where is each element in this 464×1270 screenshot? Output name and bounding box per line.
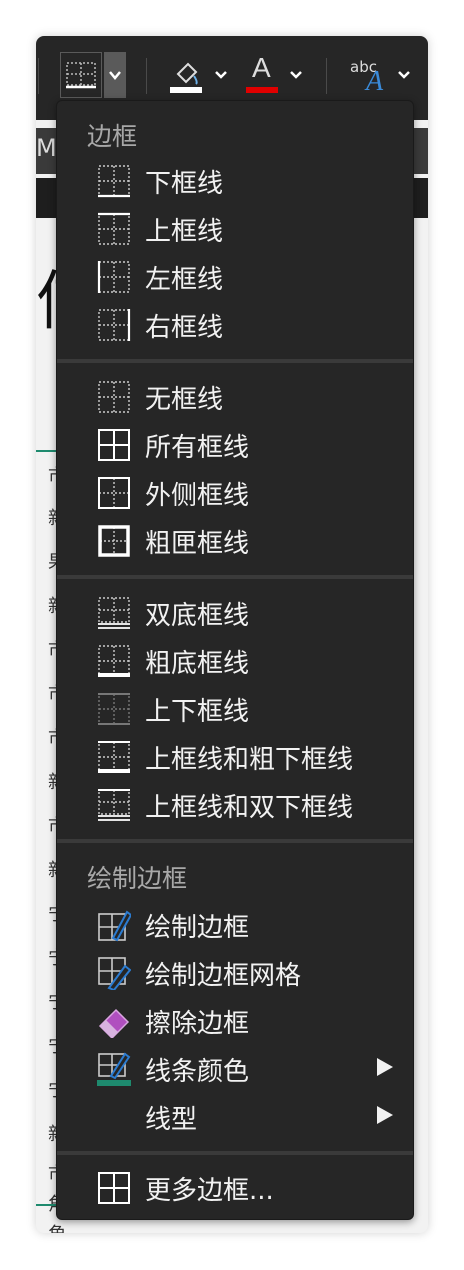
menu-item-label: 擦除边框 bbox=[145, 1009, 250, 1039]
toolbar-separator bbox=[38, 58, 39, 94]
border-thick-box-icon bbox=[98, 525, 130, 557]
menu-item-label: 线条颜色 bbox=[145, 1057, 250, 1087]
borders-dropdown-button[interactable] bbox=[104, 52, 126, 98]
section-title-borders: 边框 bbox=[87, 122, 138, 151]
borders-dropdown-menu: 边框 下框线上框线左框线右框线 无框线所有框线外侧框线粗匣框线 双底框线粗底框线… bbox=[56, 100, 414, 1220]
draw-border-icon bbox=[98, 910, 131, 942]
font-color-dropdown[interactable] bbox=[286, 60, 306, 90]
draw-border-grid-icon bbox=[98, 957, 131, 990]
chevron-down-icon bbox=[398, 71, 410, 79]
font-color-letter: A bbox=[252, 52, 271, 83]
fill-color-dropdown[interactable] bbox=[211, 60, 231, 90]
menu-item-label: 上框线和双下框线 bbox=[145, 793, 354, 823]
menu-item-border-all[interactable]: 所有框线 bbox=[57, 423, 413, 467]
menu-divider bbox=[57, 1151, 413, 1155]
chevron-down-icon bbox=[109, 71, 121, 80]
submenu-arrow-icon bbox=[377, 1058, 393, 1076]
menu-item-line-style[interactable]: 线型 bbox=[57, 1095, 413, 1139]
menu-divider bbox=[57, 839, 413, 843]
menu-item-label: 右框线 bbox=[145, 313, 224, 343]
menu-item-more-borders[interactable]: 更多边框... bbox=[57, 1166, 413, 1210]
submenu-arrow-icon bbox=[377, 1106, 393, 1124]
font-color-button[interactable]: A bbox=[244, 52, 282, 98]
chevron-down-icon bbox=[290, 71, 302, 79]
fill-color-swatch bbox=[170, 87, 202, 93]
menu-item-border-top-thick-bottom[interactable]: 上框线和粗下框线 bbox=[57, 735, 413, 779]
border-bottom-icon bbox=[98, 165, 130, 198]
menu-item-border-bottom[interactable]: 下框线 bbox=[57, 159, 413, 203]
menu-item-label: 上框线和粗下框线 bbox=[145, 745, 354, 775]
column-header-letter: M bbox=[36, 134, 57, 162]
menu-item-label: 外侧框线 bbox=[145, 481, 250, 511]
menu-item-label: 上下框线 bbox=[145, 697, 250, 727]
menu-item-border-double-bottom[interactable]: 双底框线 bbox=[57, 591, 413, 635]
fill-color-button[interactable] bbox=[166, 52, 206, 98]
line-color-icon bbox=[97, 1052, 131, 1086]
table-border-line bbox=[36, 1204, 56, 1206]
border-top-icon bbox=[98, 212, 130, 245]
border-top-bottom-icon bbox=[98, 693, 130, 725]
menu-item-border-none[interactable]: 无框线 bbox=[57, 375, 413, 419]
menu-item-draw-border-grid[interactable]: 绘制边框网格 bbox=[57, 951, 413, 995]
border-right-icon bbox=[98, 309, 131, 341]
border-none-icon bbox=[98, 381, 130, 413]
menu-item-label: 更多边框... bbox=[145, 1176, 274, 1206]
menu-item-label: 粗匣框线 bbox=[145, 529, 250, 559]
border-left-icon bbox=[97, 261, 130, 293]
border-thick-bottom-icon bbox=[98, 645, 130, 677]
text-effects-letter: A bbox=[366, 66, 384, 97]
borders-button[interactable] bbox=[60, 52, 102, 98]
table-border-line bbox=[36, 450, 56, 452]
border-outside-icon bbox=[98, 477, 130, 509]
chevron-down-icon bbox=[215, 71, 227, 79]
menu-item-border-thick-bottom[interactable]: 粗底框线 bbox=[57, 639, 413, 683]
text-effects-button[interactable]: abc A bbox=[344, 52, 394, 98]
toolbar-separator bbox=[146, 58, 147, 94]
menu-divider bbox=[57, 575, 413, 579]
border-top-double-bottom-icon bbox=[98, 789, 130, 821]
menu-item-border-top[interactable]: 上框线 bbox=[57, 207, 413, 251]
menu-item-label: 线型 bbox=[145, 1105, 198, 1135]
menu-item-border-thick-box[interactable]: 粗匣框线 bbox=[57, 519, 413, 563]
menu-item-eraser[interactable]: 擦除边框 bbox=[57, 999, 413, 1043]
sheet-cell-char: 角 bbox=[48, 1220, 66, 1233]
menu-item-label: 绘制边框 bbox=[145, 913, 250, 943]
menu-divider bbox=[57, 359, 413, 363]
border-double-bottom-icon bbox=[98, 597, 130, 629]
menu-item-label: 粗底框线 bbox=[145, 649, 250, 679]
border-all-icon bbox=[98, 1172, 130, 1204]
menu-item-border-outside[interactable]: 外侧框线 bbox=[57, 471, 413, 515]
menu-item-border-top-bottom[interactable]: 上下框线 bbox=[57, 687, 413, 731]
text-effects-dropdown[interactable] bbox=[394, 60, 414, 90]
font-color-swatch bbox=[246, 87, 278, 93]
menu-item-label: 所有框线 bbox=[145, 433, 250, 463]
paint-bucket-icon bbox=[170, 62, 202, 93]
border-all-icon bbox=[98, 429, 130, 461]
menu-item-label: 双底框线 bbox=[145, 601, 250, 631]
section-title-draw-borders: 绘制边框 bbox=[87, 864, 188, 893]
menu-item-line-color[interactable]: 线条颜色 bbox=[57, 1047, 413, 1091]
menu-item-draw-border[interactable]: 绘制边框 bbox=[57, 903, 413, 947]
menu-item-label: 绘制边框网格 bbox=[145, 961, 302, 991]
menu-item-border-top-double-bottom[interactable]: 上框线和双下框线 bbox=[57, 783, 413, 827]
menu-item-label: 上框线 bbox=[145, 217, 224, 247]
border-top-thick-bottom-icon bbox=[98, 741, 130, 773]
border-bottom-icon bbox=[66, 62, 96, 89]
eraser-icon bbox=[98, 1008, 130, 1038]
toolbar-separator bbox=[326, 58, 327, 94]
menu-item-label: 无框线 bbox=[145, 385, 224, 415]
menu-item-label: 下框线 bbox=[145, 169, 224, 199]
menu-item-label: 左框线 bbox=[145, 265, 224, 295]
menu-item-border-left[interactable]: 左框线 bbox=[57, 255, 413, 299]
menu-item-border-right[interactable]: 右框线 bbox=[57, 303, 413, 347]
